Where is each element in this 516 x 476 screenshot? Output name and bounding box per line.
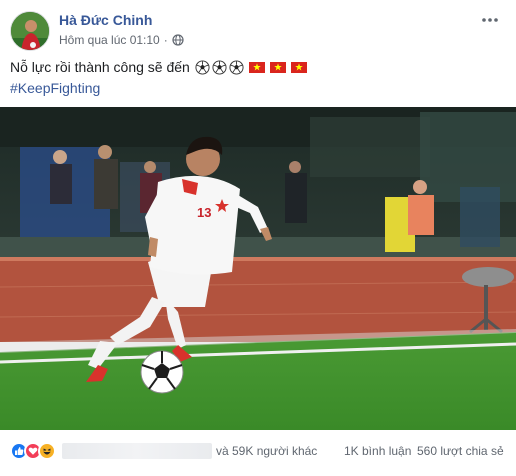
- avatar-image: [11, 12, 49, 50]
- facebook-post: Hà Đức Chinh Hôm qua lúc 01:10 · Nỗ lực …: [0, 0, 516, 476]
- reactions-summary[interactable]: [10, 442, 56, 460]
- football-player-photo: 13: [0, 107, 516, 430]
- shares-count[interactable]: 560 lượt chia sẻ: [417, 444, 504, 458]
- vietnam-flag-icon: [290, 61, 307, 73]
- author-name[interactable]: Hà Đức Chinh: [59, 12, 152, 28]
- comments-count[interactable]: 1K bình luận: [344, 444, 411, 458]
- emoji-group: [195, 59, 244, 75]
- post-text: Nỗ lực rồi thành công sẽ đến: [10, 57, 307, 77]
- post-message: Nỗ lực rồi thành công sẽ đến: [10, 59, 190, 75]
- post-meta: Hôm qua lúc 01:10 ·: [59, 33, 184, 47]
- vietnam-flag-icon: [269, 61, 286, 73]
- author-avatar[interactable]: [10, 11, 50, 51]
- vietnam-flag-icon: [248, 61, 265, 73]
- blurred-reactor-names: [62, 443, 212, 459]
- post-timestamp[interactable]: Hôm qua lúc 01:10: [59, 33, 160, 47]
- reactions-count[interactable]: và 59K người khác: [216, 444, 317, 458]
- post-footer: và 59K người khác 1K bình luận 560 lượt …: [0, 440, 516, 466]
- more-options-button[interactable]: [478, 8, 502, 32]
- soccer-ball-icon: [229, 59, 244, 75]
- jersey-number: 13: [197, 205, 211, 220]
- hashtag-link[interactable]: #KeepFighting: [10, 78, 100, 98]
- more-horizontal-icon: [482, 18, 498, 22]
- globe-icon[interactable]: [172, 34, 184, 46]
- meta-separator: ·: [163, 33, 168, 47]
- soccer-ball-icon: [195, 59, 210, 75]
- soccer-ball-icon: [212, 59, 227, 75]
- haha-icon: [38, 442, 56, 460]
- post-photo[interactable]: 13: [0, 107, 516, 430]
